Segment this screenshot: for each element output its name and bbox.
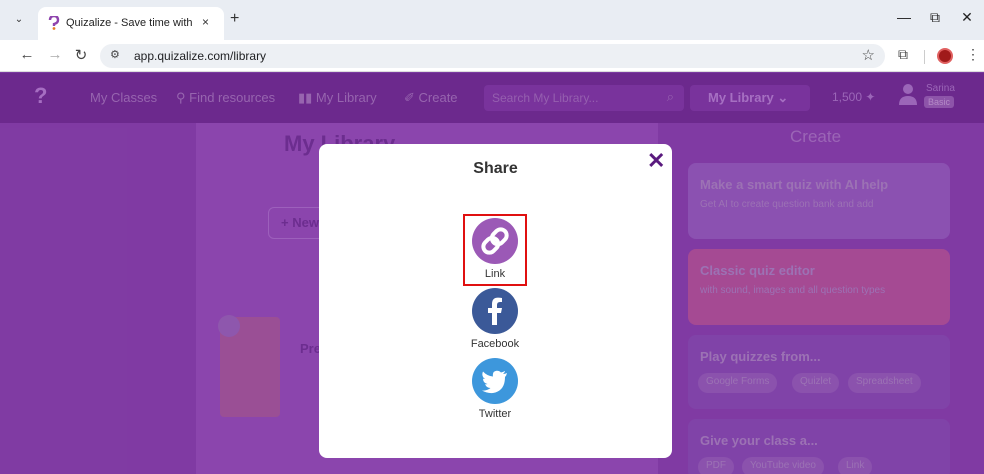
reload-icon[interactable]: ↻ [72, 46, 90, 64]
toolbar-divider [924, 50, 925, 64]
address-bar[interactable]: ⚙ app.quizalize.com/library ☆ [100, 44, 885, 68]
bookmark-star-icon[interactable]: ☆ [862, 46, 875, 64]
close-window-button[interactable]: ✕ [955, 9, 979, 26]
back-icon[interactable]: ← [18, 46, 36, 63]
close-icon[interactable]: ✕ [647, 148, 665, 174]
share-facebook-label: Facebook [470, 338, 520, 350]
forward-icon[interactable]: → [46, 46, 64, 63]
browser-tabstrip: ⌄ Quizalize - Save time with pers × + — … [0, 0, 984, 40]
modal-title: Share [473, 160, 518, 177]
quizalize-app: ? My Classes ⚲ Find resources ▮▮ My Libr… [0, 73, 984, 474]
browser-toolbar: ← → ↻ ⚙ app.quizalize.com/library ☆ ⧉ ⋮ [0, 40, 984, 72]
quizalize-favicon [48, 16, 60, 30]
tab-close-icon[interactable]: × [202, 15, 209, 29]
twitter-icon [472, 358, 518, 404]
extensions-icon[interactable]: ⧉ [898, 46, 908, 63]
restore-button[interactable]: ⧉ [923, 9, 947, 26]
link-icon [472, 218, 518, 264]
menu-kebab-icon[interactable]: ⋮ [966, 46, 980, 63]
site-info-icon[interactable]: ⚙ [110, 48, 120, 61]
share-twitter-button[interactable]: Twitter [467, 356, 523, 422]
minimize-button[interactable]: — [892, 9, 916, 25]
browser-tab[interactable]: Quizalize - Save time with pers × [38, 7, 224, 40]
share-link-button[interactable]: Link [467, 216, 523, 282]
facebook-icon [472, 288, 518, 334]
new-tab-button[interactable]: + [230, 10, 239, 28]
share-facebook-button[interactable]: Facebook [467, 286, 523, 352]
tab-title: Quizalize - Save time with pers [66, 17, 196, 29]
share-modal: Share ✕ Link Facebook Twitter [319, 144, 672, 458]
tab-search-button[interactable]: ⌄ [10, 11, 28, 29]
profile-avatar[interactable] [937, 48, 953, 64]
url-text[interactable]: app.quizalize.com/library [134, 49, 266, 63]
share-twitter-label: Twitter [478, 408, 512, 420]
share-link-label: Link [484, 268, 506, 280]
